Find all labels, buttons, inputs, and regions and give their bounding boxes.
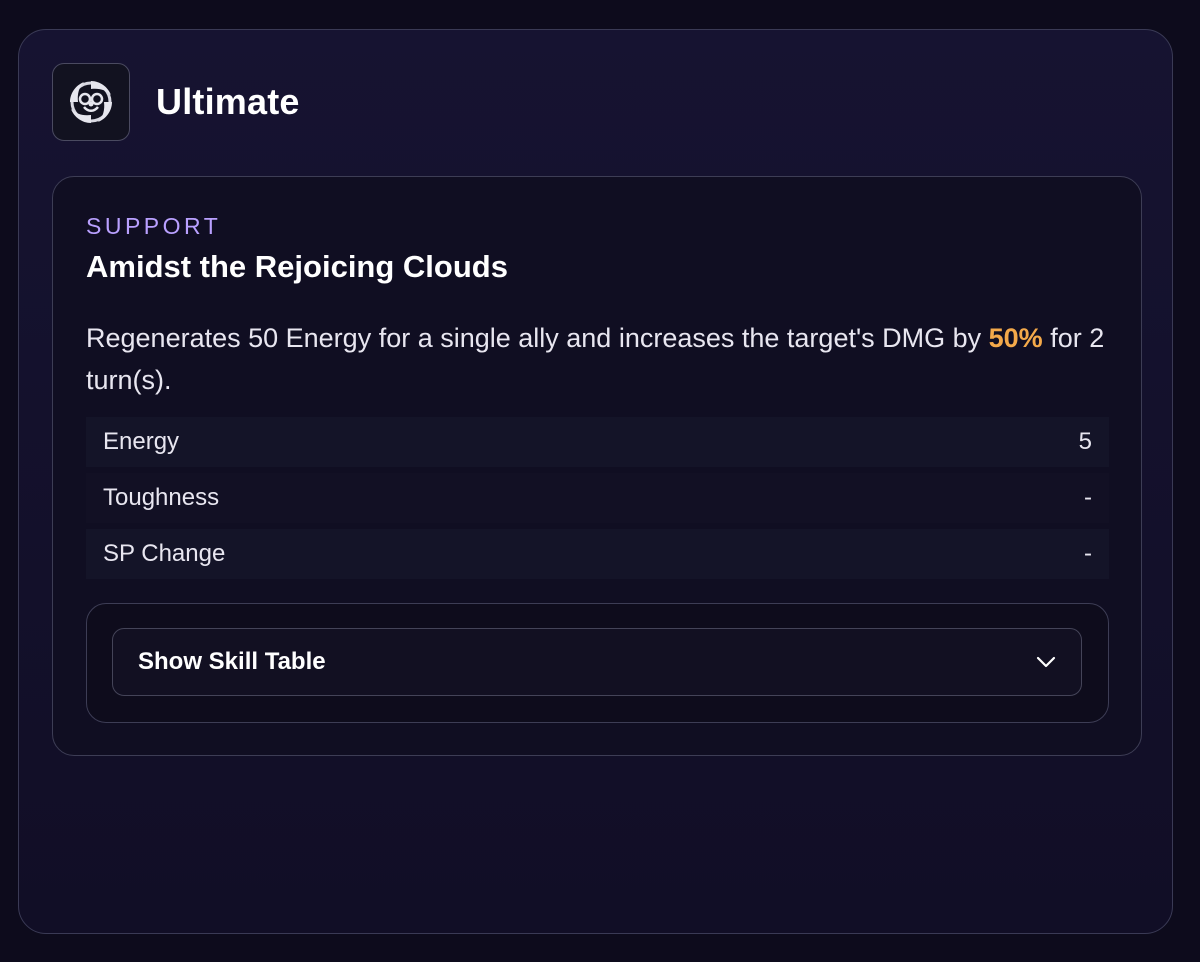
stat-label: Energy — [103, 428, 180, 455]
skill-name: Amidst the Rejoicing Clouds — [86, 249, 508, 284]
stat-row-toughness: Toughness - — [86, 473, 1109, 523]
stats-table: Energy 5 Toughness - SP Change - — [86, 417, 1109, 585]
description-highlight-value: 50% — [988, 323, 1043, 353]
stat-row-sp-change: SP Change - — [86, 529, 1109, 579]
skill-description: Regenerates 50 Energy for a single ally … — [86, 317, 1106, 401]
card-title: Ultimate — [156, 81, 300, 122]
stat-label: SP Change — [103, 540, 226, 567]
chevron-down-icon — [1036, 656, 1056, 668]
stat-row-energy: Energy 5 — [86, 417, 1109, 467]
stat-value: 5 — [1078, 428, 1092, 455]
description-text: Regenerates 50 Energy for a single ally … — [86, 323, 989, 353]
stat-label: Toughness — [103, 484, 220, 511]
ultimate-skill-emblem-icon — [52, 63, 130, 141]
show-skill-table-button[interactable]: Show Skill Table — [112, 628, 1082, 696]
expander-label: Show Skill Table — [138, 648, 326, 675]
card-header: Ultimate — [52, 63, 300, 141]
skill-details-panel: SUPPORT Amidst the Rejoicing Clouds Rege… — [52, 176, 1142, 756]
skill-category-label: SUPPORT — [86, 213, 222, 239]
stat-value: - — [1084, 540, 1092, 567]
stat-value: - — [1084, 484, 1092, 511]
skill-card: Ultimate SUPPORT Amidst the Rejoicing Cl… — [18, 29, 1173, 934]
skill-table-expander: Show Skill Table — [86, 603, 1109, 723]
